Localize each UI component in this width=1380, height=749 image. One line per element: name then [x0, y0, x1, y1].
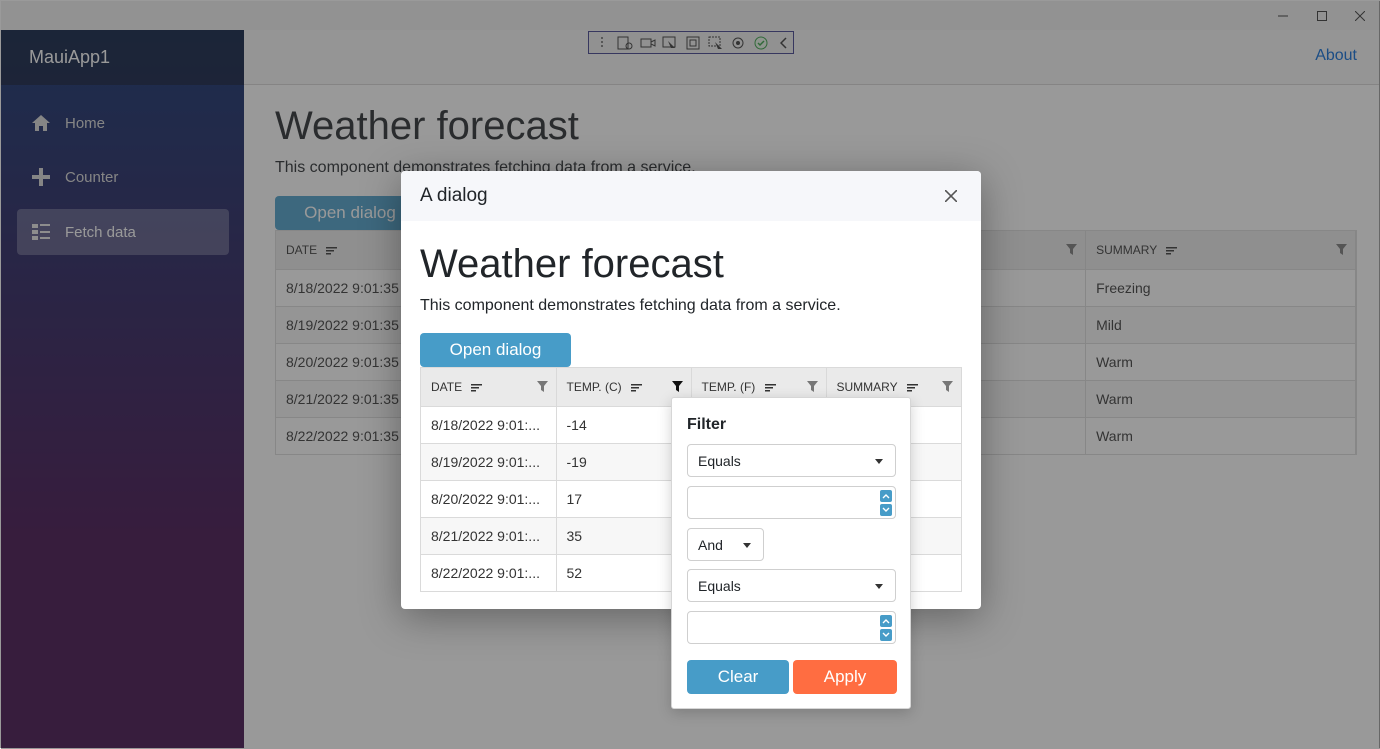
increment-icon[interactable]	[880, 490, 892, 502]
sort-icon[interactable]	[764, 383, 776, 392]
filter-popup: Filter Equals And Equals Clear Apply	[671, 397, 911, 709]
filter-icon[interactable]	[941, 381, 953, 392]
filter-icon[interactable]	[806, 381, 818, 392]
filter-icon-active[interactable]	[671, 381, 683, 392]
filter-value-2-input[interactable]	[687, 611, 896, 644]
cell-date: 8/21/2022 9:01:...	[421, 516, 557, 554]
sort-icon[interactable]	[471, 383, 483, 392]
decrement-icon[interactable]	[880, 504, 892, 516]
dialog-title: A dialog	[420, 185, 488, 206]
chevron-down-icon	[875, 584, 883, 589]
dialog-heading: Weather forecast	[420, 242, 724, 286]
decrement-icon[interactable]	[880, 629, 892, 641]
dialog-header: A dialog	[401, 171, 981, 221]
cell-date: 8/19/2022 9:01:...	[421, 442, 557, 480]
clear-button[interactable]: Clear	[687, 660, 789, 694]
cell-date: 8/22/2022 9:01:...	[421, 553, 557, 591]
filter-value-1-input[interactable]	[687, 486, 896, 519]
chevron-down-icon	[875, 459, 883, 464]
apply-button[interactable]: Apply	[793, 660, 897, 694]
increment-icon[interactable]	[880, 615, 892, 627]
filter-operator-1-select[interactable]: Equals	[687, 444, 896, 477]
close-icon[interactable]	[941, 186, 961, 206]
column-header-date[interactable]: DATE	[421, 368, 557, 406]
sort-icon[interactable]	[906, 383, 918, 392]
filter-logic-select[interactable]: And	[687, 528, 764, 561]
open-dialog-button[interactable]: Open dialog	[420, 333, 571, 367]
app-window: MauiApp1 Home Counter Fetch data About W…	[0, 0, 1380, 749]
cell-date: 8/18/2022 9:01:...	[421, 405, 557, 443]
filter-icon[interactable]	[536, 381, 548, 392]
dialog-description: This component demonstrates fetching dat…	[420, 297, 841, 314]
filter-operator-2-select[interactable]: Equals	[687, 569, 896, 602]
sort-icon[interactable]	[630, 383, 642, 392]
filter-title: Filter	[687, 416, 727, 433]
chevron-down-icon	[743, 543, 751, 548]
cell-date: 8/20/2022 9:01:...	[421, 479, 557, 517]
